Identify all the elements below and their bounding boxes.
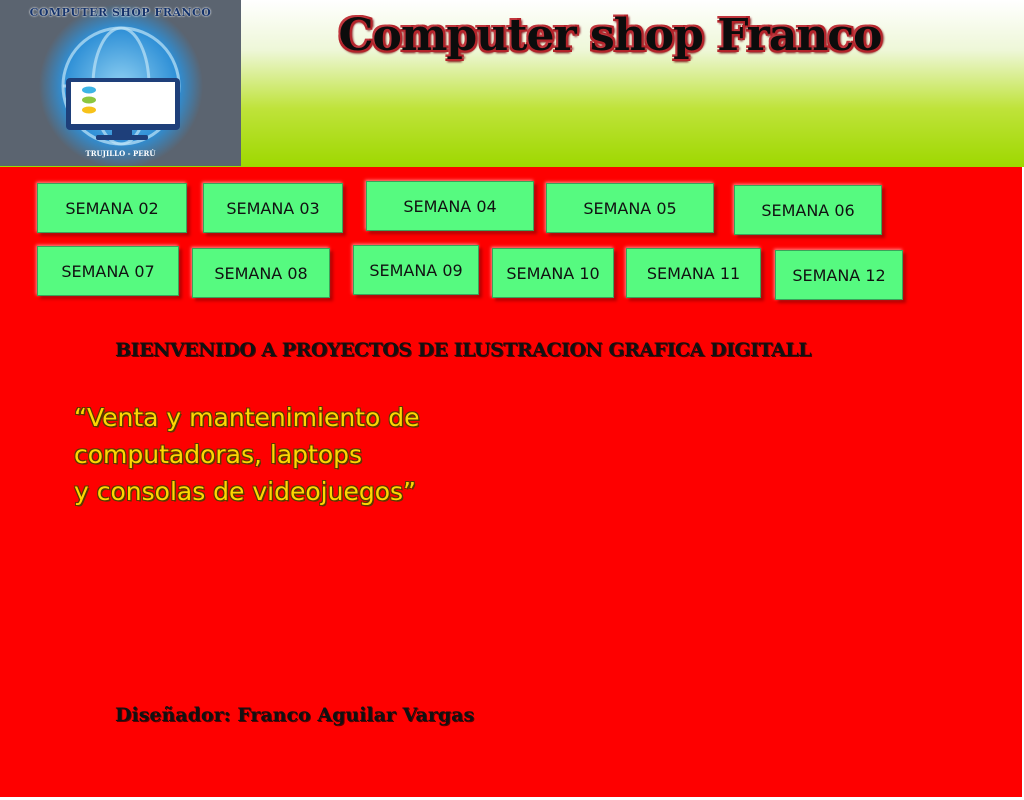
page-title: Computer shop Franco (280, 10, 940, 80)
nav-button-semana-04[interactable]: SEMANA 04 (366, 181, 534, 231)
header: COMPUTER SHOP FRANCO TRUJILLO - PERÚ Com… (0, 0, 1024, 167)
logo[interactable]: COMPUTER SHOP FRANCO TRUJILLO - PERÚ (0, 0, 241, 166)
nav-button-semana-05[interactable]: SEMANA 05 (546, 183, 714, 233)
nav-button-semana-07[interactable]: SEMANA 07 (37, 246, 179, 296)
nav-button-semana-11[interactable]: SEMANA 11 (626, 248, 761, 298)
logo-text: COMPUTER SHOP FRANCO (29, 6, 212, 19)
nav-button-semana-06[interactable]: SEMANA 06 (734, 185, 882, 235)
main-content: SEMANA 02 SEMANA 03 SEMANA 04 SEMANA 05 … (0, 167, 1022, 797)
nav-button-semana-09[interactable]: SEMANA 09 (353, 245, 479, 295)
page-title-text: Computer shop Franco (338, 10, 883, 61)
nav-button-semana-12[interactable]: SEMANA 12 (775, 250, 903, 300)
slogan-line: computadoras, laptops (74, 440, 363, 469)
nav-button-semana-10[interactable]: SEMANA 10 (492, 248, 614, 298)
nav-button-semana-08[interactable]: SEMANA 08 (192, 248, 330, 298)
welcome-heading: BIENVENIDO A PROYECTOS DE ILUSTRACION GR… (115, 339, 812, 361)
nav-button-semana-03[interactable]: SEMANA 03 (203, 183, 343, 233)
logo-subtext: TRUJILLO - PERÚ (85, 149, 156, 158)
slogan: “Venta y mantenimiento de computadoras, … (74, 399, 594, 510)
computer-monitor-icon (39, 4, 203, 166)
designer-credit: Diseñador: Franco Aguilar Vargas (115, 704, 475, 726)
slogan-line: “Venta y mantenimiento de (74, 403, 420, 432)
slogan-line: y consolas de videojuegos” (74, 477, 416, 506)
nav-button-semana-02[interactable]: SEMANA 02 (37, 183, 187, 233)
